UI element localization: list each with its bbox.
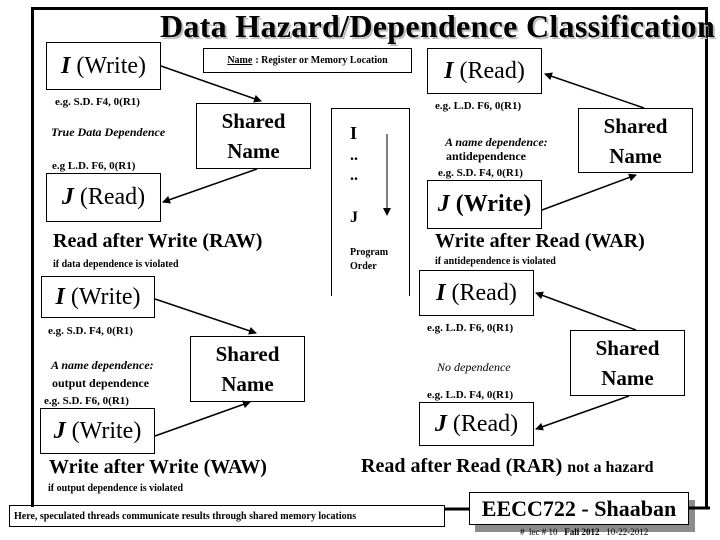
program-order-box: I .. .. J Program Order [331, 108, 410, 296]
war-dependence-type: A name dependence: [445, 135, 548, 149]
shared-name-line1: Shared [595, 336, 660, 360]
war-j-example: e.g. S.D. F4, 0(R1) [438, 167, 523, 179]
war-shared-name-box: Shared Name [578, 108, 693, 173]
waw-i-example: e.g. S.D. F4, 0(R1) [48, 325, 133, 337]
rar-hazard-text: Read after Read (RAR) [361, 455, 563, 477]
shared-name-line2: Name [227, 139, 280, 163]
shared-name-line2: Name [221, 372, 274, 396]
war-instruction-j-box: J (Write) [427, 180, 542, 229]
raw-j-op: (Read) [79, 184, 146, 210]
rar-i-var: I [436, 279, 446, 306]
raw-instruction-j-box: J (Read) [46, 173, 161, 222]
war-hazard-label: Write after Read (WAR) [435, 230, 645, 252]
rar-j-example: e.g. L.D. F4, 0(R1) [427, 389, 514, 401]
war-dependence-subtype: antidependence [446, 149, 527, 163]
rar-j-op: (Read) [452, 410, 519, 437]
program-order-j: J [350, 209, 358, 226]
raw-j-example: e.g L.D. F6, 0(R1) [52, 160, 136, 172]
raw-hazard-label: Read after Write (RAW) [53, 230, 263, 252]
waw-i-op: (Write) [70, 283, 141, 310]
waw-condition: if output dependence is violated [48, 483, 184, 494]
war-condition: if antidependence is violated [435, 256, 556, 267]
war-j-op: (Write) [455, 191, 532, 217]
waw-j-example: e.g. S.D. F6, 0(R1) [44, 395, 129, 407]
program-order-dots-1: .. [350, 147, 358, 164]
rar-dependence-type: No dependence [437, 360, 511, 374]
waw-instruction-j-box: J (Write) [40, 408, 155, 454]
name-definition-box: Name : Register or Memory Location [203, 48, 412, 73]
shared-name-line1: Shared [603, 113, 668, 138]
rar-instruction-j-box: J (Read) [419, 402, 534, 446]
raw-dependence-type: True Data Dependence [51, 125, 166, 139]
waw-j-var: J [53, 417, 66, 444]
rar-instruction-i-box: I (Read) [419, 270, 534, 316]
shared-name-line1: Shared [221, 109, 286, 133]
war-j-var: J [437, 191, 450, 217]
waw-dependence-subtype: output dependence [52, 376, 150, 390]
footer-meta: # lec # 10 Fall 2012 10-22-2012 [520, 527, 648, 537]
raw-j-var: J [61, 184, 74, 210]
raw-condition: if data dependence is violated [53, 259, 179, 270]
footer-date: 10-22-2012 [606, 527, 649, 537]
waw-instruction-i-box: I (Write) [41, 276, 155, 318]
raw-i-example: e.g. S.D. F4, 0(R1) [55, 96, 140, 108]
shared-name-line1: Shared [215, 342, 280, 366]
program-order-label-2: Order [350, 261, 377, 272]
footer-lecture: lec # 10 [529, 527, 558, 537]
rar-i-example: e.g. L.D. F6, 0(R1) [427, 322, 514, 334]
shared-name-line2: Name [601, 366, 654, 390]
program-order-dots-2: .. [350, 167, 358, 184]
course-badge: EECC722 - Shaaban [469, 492, 689, 525]
program-order-i: I [350, 123, 358, 143]
footer-note: Here, speculated threads communicate res… [9, 505, 445, 527]
raw-shared-name-box: Shared Name [196, 103, 311, 169]
waw-hazard-label: Write after Write (WAW) [49, 456, 267, 478]
war-i-op: (Read) [459, 57, 525, 84]
rar-hazard-suffix: not a hazard [567, 459, 654, 476]
war-instruction-i-box: I (Read) [427, 48, 542, 94]
war-i-example: e.g. L.D. F6, 0(R1) [435, 100, 522, 112]
waw-shared-name-box: Shared Name [190, 336, 305, 402]
rar-shared-name-box: Shared Name [570, 330, 685, 396]
shared-name-line2: Name [609, 143, 662, 168]
raw-i-var: I [61, 52, 71, 79]
raw-i-op: (Write) [76, 52, 146, 79]
slide-title: Data Hazard/Dependence Classification [160, 8, 716, 44]
program-order-label-1: Program [350, 247, 389, 258]
waw-dependence-type: A name dependence: [51, 358, 154, 372]
war-i-var: I [444, 57, 454, 84]
name-definition-text: : Register or Memory Location [255, 55, 388, 66]
footer-hash: # [520, 527, 525, 537]
rar-i-op: (Read) [451, 279, 517, 306]
raw-instruction-i-box: I (Write) [46, 42, 161, 90]
footer-term: Fall 2012 [564, 527, 600, 537]
rar-j-var: J [434, 410, 447, 437]
name-label: Name [227, 55, 253, 66]
waw-i-var: I [55, 283, 65, 310]
waw-j-op: (Write) [71, 417, 142, 444]
rar-hazard-label: Read after Read (RAR) not a hazard [361, 455, 653, 478]
